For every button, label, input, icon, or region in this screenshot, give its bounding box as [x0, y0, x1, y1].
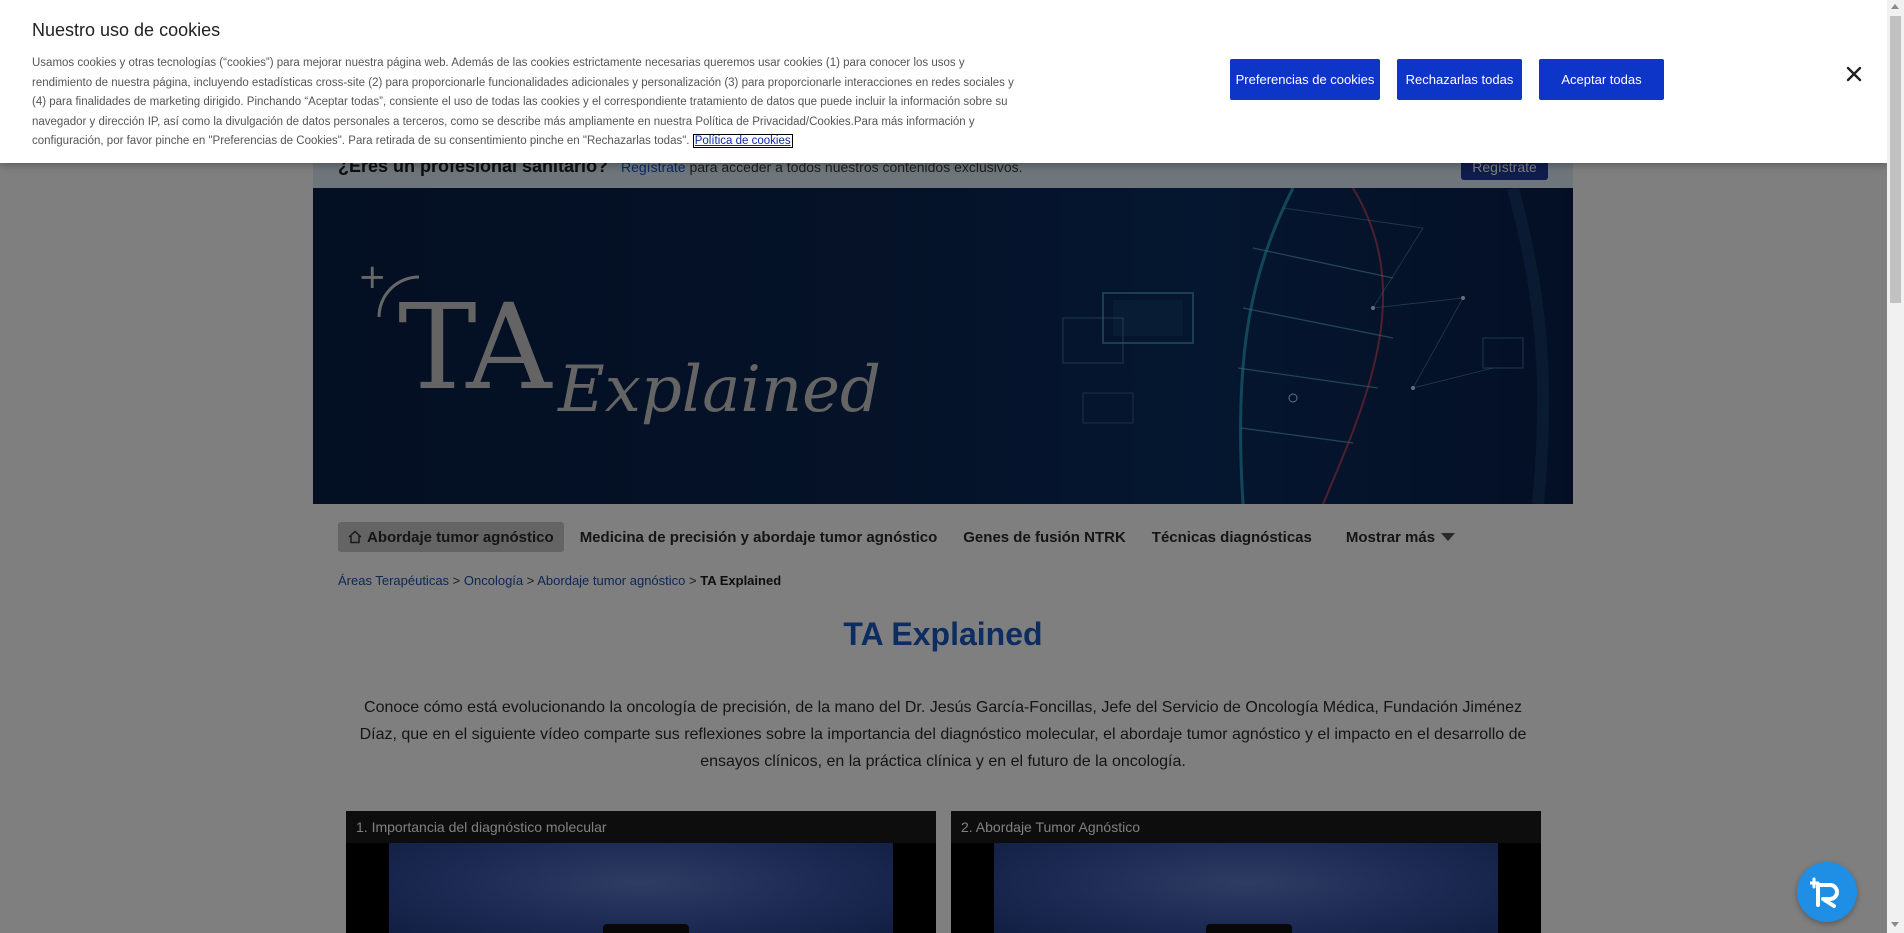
cookie-banner: Nuestro uso de cookies Usamos cookies y …	[0, 0, 1887, 163]
cookie-policy-link[interactable]: Política de cookies	[692, 134, 793, 149]
scroll-up-icon[interactable]	[1891, 4, 1899, 9]
cookie-text: Usamos cookies y otras tecnologías (“coo…	[32, 54, 1022, 152]
reject-all-button[interactable]: Rechazarlas todas	[1397, 59, 1522, 100]
assistant-logo-icon	[1810, 877, 1839, 908]
cookie-body: Usamos cookies y otras tecnologías (“coo…	[32, 57, 1014, 148]
scrollbar-thumb[interactable]	[1890, 16, 1901, 303]
close-icon[interactable]	[1845, 65, 1863, 83]
assistant-button[interactable]	[1797, 862, 1857, 922]
scrollbar[interactable]	[1887, 0, 1904, 933]
scroll-down-icon[interactable]	[1891, 922, 1899, 927]
cookie-preferences-button[interactable]: Preferencias de cookies	[1230, 59, 1380, 100]
accept-all-button[interactable]: Aceptar todas	[1539, 59, 1664, 100]
cookie-title: Nuestro uso de cookies	[32, 20, 221, 40]
